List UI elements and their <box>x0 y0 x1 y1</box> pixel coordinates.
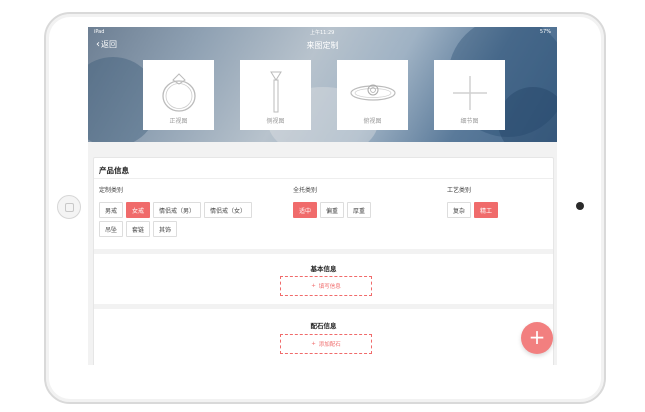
top-view-label: 俯视图 <box>363 118 382 125</box>
chip-female-ring[interactable]: 女戒 <box>126 202 151 218</box>
plus-icon: + <box>311 283 316 289</box>
basic-info-title: 基本信息 <box>310 265 337 273</box>
plus-icon <box>452 76 487 110</box>
front-camera <box>576 202 584 210</box>
divider <box>94 178 553 179</box>
plus-icon: + <box>311 341 316 347</box>
home-button[interactable] <box>57 195 81 219</box>
product-info-panel: 产品信息 定制类别 男戒 女戒 情侣戒（男） 情侣戒（女） 吊坠 套链 其饰 全… <box>93 157 554 365</box>
ring-top-icon <box>349 84 396 101</box>
chip-heavy[interactable]: 偏重 <box>320 202 345 218</box>
chip-couple-ring-male[interactable]: 情侣戒（男） <box>153 202 202 218</box>
side-view-upload[interactable]: 侧视图 <box>240 60 311 130</box>
chip-moderate[interactable]: 适中 <box>293 202 318 218</box>
view-upload-row: 正视图 侧视图 俯视图 细节图 <box>143 60 505 130</box>
add-fab-button[interactable]: + <box>521 322 553 354</box>
detail-view-upload[interactable]: 细节图 <box>434 60 505 130</box>
app-screen: iPad 上午11:29 57% ‹ 返回 来图定制 正视图 侧视图 俯视图 细… <box>88 27 557 365</box>
nav-bar: ‹ 返回 来图定制 <box>88 38 557 52</box>
chip-male-ring[interactable]: 男戒 <box>99 202 124 218</box>
chip-pendant[interactable]: 吊坠 <box>99 221 124 237</box>
custom-category-options: 男戒 女戒 情侣戒（男） 情侣戒（女） 吊坠 套链 其饰 <box>99 202 274 237</box>
front-view-upload[interactable]: 正视图 <box>143 60 214 130</box>
add-stone-label: 添加配石 <box>318 342 341 348</box>
chip-other[interactable]: 其饰 <box>153 221 178 237</box>
stone-info-title: 配石信息 <box>310 322 337 330</box>
chip-chain-set[interactable]: 套链 <box>126 221 151 237</box>
status-bar: iPad 上午11:29 57% <box>88 27 557 37</box>
chip-couple-ring-female[interactable]: 情侣戒（女） <box>204 202 253 218</box>
section-divider <box>94 249 553 254</box>
chip-thick[interactable]: 厚重 <box>347 202 372 218</box>
chip-complex[interactable]: 复杂 <box>447 202 472 218</box>
setting-category-options: 适中 偏重 厚重 <box>293 202 372 218</box>
add-stone-button[interactable]: + 添加配石 <box>280 334 372 354</box>
side-view-label: 侧视图 <box>266 118 285 125</box>
header-banner: iPad 上午11:29 57% ‹ 返回 来图定制 正视图 侧视图 俯视图 细… <box>88 27 557 142</box>
carrier-label: iPad <box>94 29 105 35</box>
fill-info-button[interactable]: + 填写信息 <box>280 276 372 296</box>
top-view-upload[interactable]: 俯视图 <box>337 60 408 130</box>
setting-category-label: 全托类别 <box>293 187 318 194</box>
detail-view-label: 细节图 <box>460 118 479 125</box>
chip-fine-craft[interactable]: 精工 <box>474 202 499 218</box>
ring-front-icon <box>161 73 196 112</box>
front-view-label: 正视图 <box>169 118 188 125</box>
battery-label: 57% <box>539 29 551 35</box>
page-title: 来图定制 <box>306 41 339 50</box>
section-divider <box>94 304 553 309</box>
ring-side-icon <box>269 71 282 113</box>
custom-category-label: 定制类别 <box>99 187 124 194</box>
craft-category-label: 工艺类别 <box>447 187 472 194</box>
craft-category-options: 复杂 精工 <box>447 202 499 218</box>
clock: 上午11:29 <box>309 29 335 36</box>
fill-info-label: 填写信息 <box>318 284 341 290</box>
product-info-title: 产品信息 <box>99 166 129 175</box>
